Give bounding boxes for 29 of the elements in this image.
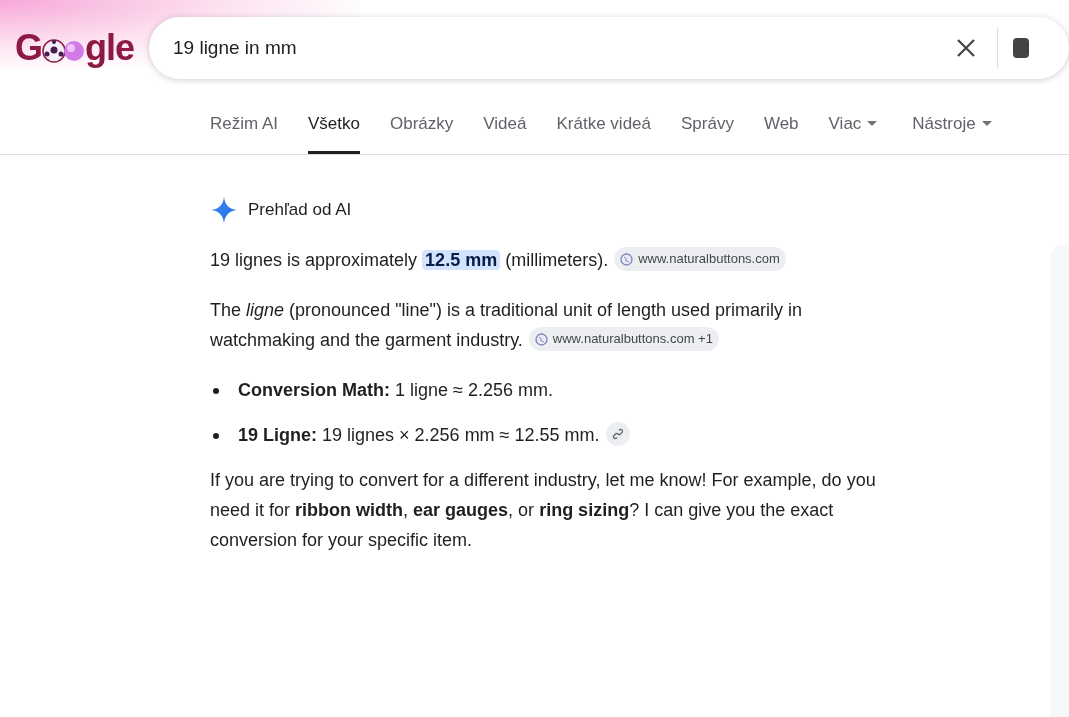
answer-paragraph: If you are trying to convert for a different industry, let me know! For example, do you need it for ribbon width, ear gauges, or ring sizing? I can give you the exact conversion for your specific item. xyxy=(210,470,876,550)
search-box[interactable]: 19 ligne in mm xyxy=(149,17,1069,79)
search-query: 19 ligne in mm xyxy=(173,35,298,60)
globe-icon xyxy=(620,252,634,266)
bullet-text: Conversion Math: 1 ligne ≈ 2.256 mm. xyxy=(238,380,553,400)
link-icon[interactable] xyxy=(605,422,630,447)
ai-overview-title: Prehľad od AI xyxy=(248,199,352,222)
square-icon[interactable] xyxy=(1013,38,1029,58)
source-chip[interactable]: www.naturalbuttons.com +1 xyxy=(528,327,719,352)
answer-paragraph: 19 lignes is approximately 12.5 mm (millimeters). www.naturalbuttons.com xyxy=(210,250,786,270)
close-icon[interactable] xyxy=(956,38,976,58)
source-chip[interactable]: www.naturalbuttons.com xyxy=(614,247,786,272)
tab[interactable]: Obrázky xyxy=(390,106,454,154)
tab[interactable]: Viac xyxy=(828,106,878,154)
tab[interactable]: Krátke videá xyxy=(556,106,651,154)
tab[interactable]: Režim AI xyxy=(210,106,279,154)
tab[interactable]: Všetko xyxy=(308,106,360,154)
soccer-ball-icon xyxy=(42,39,66,63)
orb-icon xyxy=(63,39,85,63)
logo-text: gle xyxy=(85,26,135,70)
sparkle-icon xyxy=(210,196,238,224)
bullet-text: 19 Ligne: 19 lignes × 2.256 mm ≈ 12.55 mm. xyxy=(238,425,600,445)
globe-icon xyxy=(534,332,548,346)
tab[interactable]: Videá xyxy=(483,106,527,154)
logo-text: G xyxy=(15,26,42,70)
answer-paragraph: The ligne (pronounced "line") is a traditional unit of length used primarily in watchmaking and the garment industry. www.naturalbuttons.com +1 xyxy=(210,300,803,350)
tab[interactable]: Nástroje xyxy=(912,106,992,154)
tab[interactable]: Správy xyxy=(681,106,734,154)
tab[interactable]: Web xyxy=(763,106,799,154)
